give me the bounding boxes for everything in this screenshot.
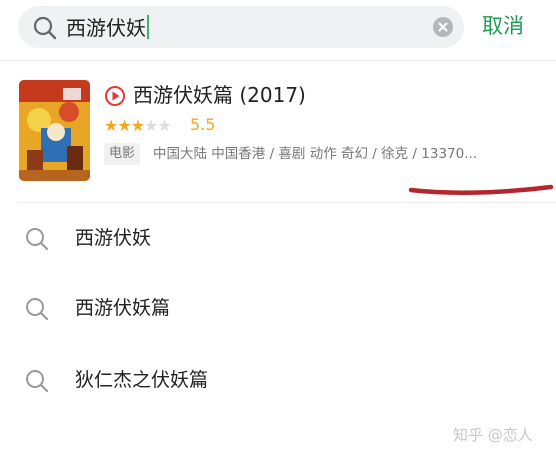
suggestion-label: 狄仁杰之伏妖篇 [75, 369, 209, 391]
search-icon [33, 16, 57, 40]
star-icon: ★ [157, 116, 172, 135]
suggestion-item[interactable]: 狄仁杰之伏妖篇 [0, 350, 556, 410]
search-icon [26, 298, 49, 321]
movie-year: (2017) [239, 83, 306, 107]
rating-value: 5.5 [190, 115, 216, 134]
watermark: 知乎 @恋人 [453, 426, 533, 444]
text-caret [147, 15, 149, 39]
movie-poster[interactable] [19, 80, 90, 181]
search-query: 西游伏妖 [66, 16, 146, 40]
movie-title[interactable]: 西游伏妖篇 (2017) [133, 82, 306, 108]
suggestion-item[interactable]: 西游伏妖 [0, 208, 556, 268]
suggestion-label: 西游伏妖篇 [75, 297, 171, 319]
suggestion-label: 西游伏妖 [75, 227, 152, 249]
star-rating: ★★★★★ [104, 116, 172, 135]
search-bar[interactable]: 西游伏妖 [18, 6, 464, 48]
search-icon [26, 228, 49, 251]
type-badge: 电影 [104, 143, 141, 165]
star-icon: ★ [104, 116, 119, 135]
star-icon: ★ [144, 116, 159, 135]
divider [18, 202, 556, 203]
search-icon [26, 370, 49, 393]
clear-icon[interactable] [433, 17, 453, 37]
divider [0, 60, 556, 61]
star-icon: ★ [130, 116, 146, 135]
cancel-button[interactable]: 取消 [482, 12, 524, 40]
search-input[interactable]: 西游伏妖 [66, 15, 149, 40]
movie-title-text: 西游伏妖篇 [133, 83, 233, 107]
star-icon: ★ [117, 116, 132, 135]
red-underline-annotation [408, 184, 554, 195]
movie-meta: 中国大陆 中国香港 / 喜剧 动作 奇幻 / 徐克 / 13370... [153, 146, 478, 162]
play-icon [105, 86, 125, 106]
suggestion-item[interactable]: 西游伏妖篇 [0, 278, 556, 338]
